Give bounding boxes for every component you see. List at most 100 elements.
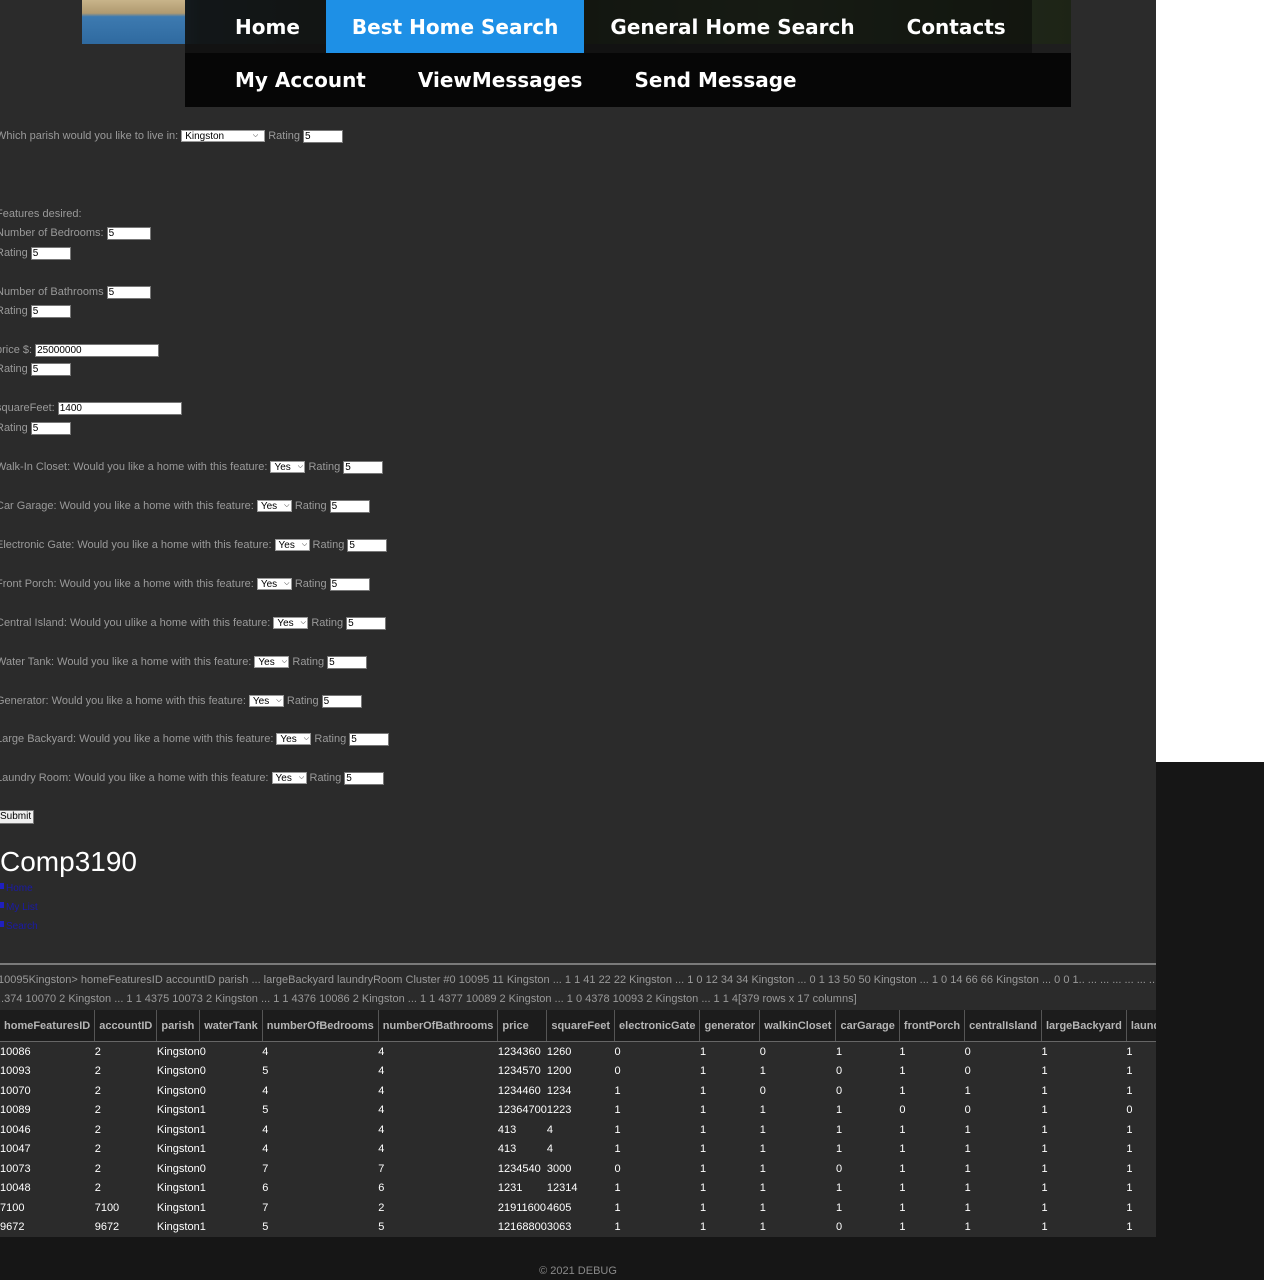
feature-rating-input[interactable]: 5 — [344, 771, 385, 785]
table-cell: 4 — [378, 1120, 498, 1140]
column-header: centralIsland — [964, 1010, 1042, 1042]
table-cell: 1 — [899, 1061, 965, 1081]
table-cell: 10073 — [0, 1159, 95, 1179]
table-cell: 1 — [699, 1041, 760, 1062]
rating-label: Rating — [308, 461, 341, 473]
column-header: walkinCloset — [759, 1010, 837, 1042]
table-cell: 1 — [1041, 1159, 1127, 1179]
table-cell: 1 — [835, 1120, 900, 1140]
nav-item-contacts[interactable]: Contacts — [880, 0, 1032, 53]
feature-rating-input[interactable]: 5 — [343, 460, 384, 474]
feature-yes-no-select[interactable]: Yes ⌵ — [274, 539, 310, 551]
table-cell: 4605 — [546, 1198, 615, 1218]
table-cell: 0 — [614, 1159, 700, 1179]
nav-item-general-home-search[interactable]: General Home Search — [584, 0, 881, 53]
table-cell: 1 — [699, 1061, 760, 1081]
parish-select[interactable]: Kingston ⌵ — [181, 130, 266, 142]
link-search[interactable]: Search — [0, 921, 38, 932]
table-cell: 4 — [262, 1081, 379, 1101]
table-cell: 1200 — [546, 1061, 615, 1081]
table-cell: 10070 — [0, 1081, 95, 1101]
home-icon — [0, 883, 4, 889]
table-cell: 1 — [835, 1198, 900, 1218]
nav-item-send-message[interactable]: Send Message — [608, 53, 822, 107]
feature-question-label: Front Porch: Would you like a home with … — [0, 578, 254, 590]
nav-item-viewmessages[interactable]: ViewMessages — [392, 53, 609, 107]
feature-yes-no-select[interactable]: Yes ⌵ — [248, 695, 284, 707]
table-cell: 12364700 — [497, 1100, 547, 1120]
table-cell: 10086 — [0, 1041, 95, 1062]
feature-yes-no-select[interactable]: Yes ⌵ — [254, 656, 290, 668]
table-cell: 1 — [699, 1081, 760, 1101]
table-cell: 1 — [1041, 1081, 1127, 1101]
column-header: squareFeet — [546, 1010, 616, 1042]
price-input[interactable]: 25000000 — [35, 343, 160, 357]
cluster-output-line-2: ..374 10070 2 Kingston ... 1 1 4375 1007… — [0, 993, 857, 1005]
feature-rating-input[interactable]: 5 — [349, 732, 390, 746]
table-cell: 9672 — [0, 1217, 95, 1237]
table-cell: 1 — [899, 1139, 965, 1159]
table-cell: 1 — [1126, 1217, 1156, 1237]
price-rating-input[interactable]: 5 — [30, 362, 71, 376]
bathrooms-input[interactable]: 5 — [106, 285, 151, 299]
feature-question-row: Walk-In Closet: Would you like a home wi… — [0, 460, 386, 474]
table-cell: 2 — [94, 1178, 157, 1198]
sqft-row: squareFeet: 1400 — [0, 401, 185, 415]
sqft-input[interactable]: 1400 — [57, 401, 182, 415]
feature-yes-no-select[interactable]: Yes ⌵ — [276, 733, 312, 745]
feature-yes-no-select[interactable]: Yes ⌵ — [270, 461, 306, 473]
feature-rating-input[interactable]: 5 — [347, 538, 388, 552]
feature-yes-no-select[interactable]: Yes ⌵ — [273, 617, 309, 629]
table-cell: Kingston — [156, 1139, 200, 1159]
feature-rating-input[interactable]: 5 — [329, 499, 370, 513]
link-my-list[interactable]: My List — [0, 902, 38, 913]
feature-rating-input[interactable]: 5 — [321, 694, 362, 708]
feature-yes-no-select[interactable]: Yes ⌵ — [256, 578, 292, 590]
table-cell: 1 — [1041, 1120, 1127, 1140]
feature-question-row: Water Tank: Would you like a home with t… — [0, 655, 370, 669]
table-cell: 6 — [378, 1178, 498, 1198]
table-cell: 1 — [1126, 1159, 1156, 1179]
table-cell: 0 — [835, 1081, 900, 1101]
nav-item-best-home-search[interactable]: Best Home Search — [325, 0, 585, 53]
table-cell: 1 — [614, 1120, 700, 1140]
rating-label: Rating — [0, 247, 28, 259]
feature-question-label: Electronic Gate: Would you like a home w… — [0, 539, 272, 551]
feature-rating-input[interactable]: 5 — [346, 616, 387, 630]
bathrooms-rating-input[interactable]: 5 — [30, 304, 71, 318]
table-cell: 1 — [899, 1217, 965, 1237]
feature-rating-input[interactable]: 5 — [327, 655, 368, 669]
feature-yes-no-select[interactable]: Yes ⌵ — [271, 772, 307, 784]
rating-label: Rating — [0, 305, 28, 317]
bedrooms-input[interactable]: 5 — [106, 226, 151, 240]
table-cell: 7100 — [0, 1198, 95, 1218]
feature-select-value: Yes — [274, 461, 291, 473]
table-cell: 1 — [899, 1081, 965, 1101]
table-cell: 0 — [199, 1041, 263, 1062]
table-cell: 1 — [899, 1041, 965, 1062]
nav-row-1: Home Best Home Search General Home Search C… — [185, 0, 1071, 53]
table-cell: 1 — [899, 1178, 965, 1198]
sqft-rating-input[interactable]: 5 — [30, 421, 71, 435]
feature-rating-input[interactable]: 5 — [329, 577, 370, 591]
table-cell: 0 — [964, 1041, 1042, 1062]
parish-rating-input[interactable]: 5 — [303, 129, 343, 143]
table-cell: 4 — [378, 1100, 498, 1120]
price-label: price $: — [0, 344, 33, 356]
table-row: 10073 2 Kingston 0 7 7 1234540 3000 0 1 1 0 1 1 1 1 — [0, 1159, 1156, 1179]
feature-question-row: Front Porch: Would you like a home with … — [0, 577, 373, 591]
table-cell: 0 — [1126, 1100, 1156, 1120]
nav-item-my-account[interactable]: My Account — [185, 53, 392, 107]
link-home[interactable]: Home — [0, 883, 33, 894]
table-cell: 2 — [94, 1100, 157, 1120]
table-row: 10070 2 Kingston 0 4 4 1234460 1234 1 1 0 0 1 1 1 1 — [0, 1081, 1156, 1101]
feature-yes-no-select[interactable]: Yes ⌵ — [256, 500, 292, 512]
table-cell: 0 — [614, 1061, 700, 1081]
chevron-down-icon: ⌵ — [301, 541, 308, 548]
list-icon — [0, 902, 4, 908]
feature-question-row: Central Island: Would you ulike a home w… — [0, 616, 389, 630]
table-row: 10046 2 Kingston 1 4 4 413 4 1 1 1 1 1 1 1 1 — [0, 1120, 1156, 1140]
nav-item-home[interactable]: Home — [185, 0, 326, 53]
submit-button[interactable]: Submit — [0, 810, 35, 824]
bedrooms-rating-input[interactable]: 5 — [30, 246, 71, 260]
